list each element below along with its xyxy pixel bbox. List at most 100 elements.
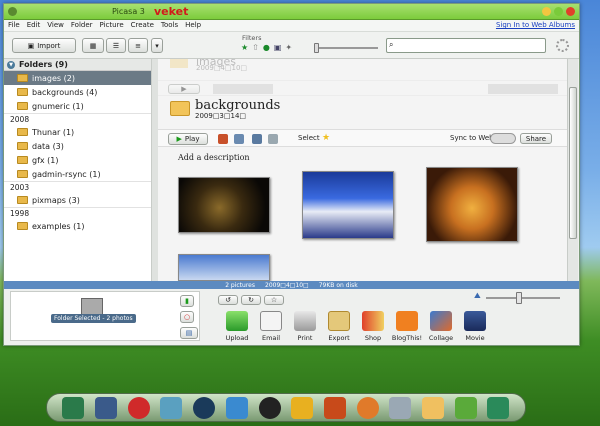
scrollbar-thumb[interactable] <box>569 87 577 239</box>
dock-game-icon[interactable] <box>127 396 150 419</box>
search-icon: ⌕ <box>389 40 394 49</box>
rotate-left-button[interactable]: ↺ <box>218 295 238 305</box>
dock-penguin-icon[interactable] <box>258 396 281 419</box>
clear-tray-button[interactable]: ○ <box>180 311 194 323</box>
photo-area: images 2009□4□10□ ▶ backgrounds 2009□3□1… <box>158 59 567 281</box>
export-button[interactable]: Export <box>322 311 356 342</box>
play-button[interactable]: ▶ Play <box>168 133 208 145</box>
folder-item-gfx[interactable]: gfx (1) <box>4 153 151 167</box>
folder-item-gadmin-rsync[interactable]: gadmin-rsync (1) <box>4 167 151 181</box>
ghost-play-button: ▶ <box>168 84 200 94</box>
photo-thumbnail-clouds[interactable] <box>178 254 270 281</box>
add-description-field[interactable]: Add a description <box>178 153 250 162</box>
movie-button[interactable]: Movie <box>458 311 492 342</box>
folder-title[interactable]: backgrounds <box>195 98 280 113</box>
folder-icon <box>17 222 28 230</box>
dock-folder-icon[interactable] <box>291 396 314 419</box>
dock-network-icon[interactable] <box>225 396 248 419</box>
dock-settings-icon[interactable] <box>487 396 510 419</box>
movie-filter-icon[interactable]: ▣ <box>274 43 282 52</box>
status-pictures: 2 pictures <box>225 281 255 289</box>
person-filter-icon[interactable]: ● <box>263 43 270 52</box>
folder-label: Thunar (1) <box>32 127 75 137</box>
email-label: Email <box>261 334 281 342</box>
menu-picture[interactable]: Picture <box>100 21 124 29</box>
dock-photos-icon[interactable] <box>323 396 346 419</box>
folder-item-pixmaps[interactable]: pixmaps (3) <box>4 193 151 207</box>
list-view-button[interactable]: ☰ <box>106 38 126 53</box>
folder-item-examples[interactable]: examples (1) <box>4 219 151 233</box>
menu-folder[interactable]: Folder <box>71 21 93 29</box>
folder-icon <box>170 59 188 68</box>
upload-button[interactable]: Upload <box>220 311 254 342</box>
select-star-icon[interactable]: ★ <box>322 133 330 143</box>
add-to-album-button[interactable]: ▤ <box>180 327 198 339</box>
thumbnail-size-slider[interactable] <box>486 297 560 299</box>
folder-item-backgrounds[interactable]: backgrounds (4) <box>4 85 151 99</box>
maximize-icon[interactable] <box>554 7 563 16</box>
shop-button[interactable]: Shop <box>356 311 390 342</box>
photo-thumbnail-cheetah[interactable] <box>426 167 518 242</box>
search-input[interactable]: ⌕ <box>386 38 546 53</box>
blogthis-button[interactable]: BlogThis! <box>390 311 424 342</box>
menu-view[interactable]: View <box>47 21 64 29</box>
menu-file[interactable]: File <box>8 21 20 29</box>
sync-toggle[interactable] <box>490 133 516 144</box>
photo-thumbnail-penguins[interactable] <box>302 171 394 239</box>
folder-item-images[interactable]: images (2) <box>4 71 151 85</box>
import-button[interactable]: ▣ Import <box>12 38 76 53</box>
ghost-folder-toolbar: ▶ <box>158 80 567 96</box>
collage-small-icon[interactable] <box>218 134 228 144</box>
share-button[interactable]: Share <box>520 133 552 144</box>
folder-item-thunar[interactable]: Thunar (1) <box>4 125 151 139</box>
filter-slider-handle[interactable] <box>314 43 319 53</box>
sort-view-button[interactable]: ≡ <box>128 38 148 53</box>
menu-create[interactable]: Create <box>131 21 154 29</box>
folder-icon <box>17 170 28 178</box>
photo-area-scrollbar[interactable] <box>567 59 578 281</box>
blog-small-icon[interactable] <box>234 134 244 144</box>
menu-edit[interactable]: Edit <box>27 21 41 29</box>
close-icon[interactable] <box>566 7 575 16</box>
hold-button[interactable]: ▮ <box>180 295 194 307</box>
print-button[interactable]: Print <box>288 311 322 342</box>
movie-small-icon[interactable] <box>252 134 262 144</box>
rotate-right-button[interactable]: ↻ <box>241 295 261 305</box>
menu-help[interactable]: Help <box>185 21 201 29</box>
dock-computer-icon[interactable] <box>95 396 118 419</box>
dock-viewer-icon[interactable] <box>422 396 445 419</box>
dock-calc-icon[interactable] <box>62 396 85 419</box>
geotag-small-icon[interactable] <box>268 134 278 144</box>
photo-thumbnail-gears[interactable] <box>178 177 270 233</box>
collage-button[interactable]: Collage <box>424 311 458 342</box>
dock-help-icon[interactable] <box>454 396 477 419</box>
collapse-icon[interactable]: ▼ <box>7 60 15 69</box>
dock-notes-icon[interactable] <box>160 396 183 419</box>
window-menu-icon[interactable] <box>8 7 17 16</box>
folder-label: images (2) <box>32 73 75 83</box>
folder-label: gfx (1) <box>32 155 59 165</box>
dock-media-icon[interactable] <box>193 396 216 419</box>
filter-slider-track[interactable] <box>316 47 378 49</box>
folder-icon <box>17 156 28 164</box>
dock-paint-icon[interactable] <box>356 396 379 419</box>
view-dropdown-button[interactable]: ▾ <box>151 38 163 53</box>
library-view-button[interactable]: ▦ <box>82 38 104 53</box>
star-filter-icon[interactable]: ★ <box>241 43 248 52</box>
sign-in-link[interactable]: Sign In to Web Albums <box>496 21 575 29</box>
dock-tools-icon[interactable] <box>389 396 412 419</box>
thumbnail-size-handle[interactable] <box>516 292 522 304</box>
folders-header-label: Folders (9) <box>19 60 68 69</box>
star-button[interactable]: ☆ <box>264 295 284 305</box>
upload-filter-icon[interactable]: ⇧ <box>252 43 259 52</box>
photo-tray[interactable]: Folder Selected - 2 photos <box>10 291 200 341</box>
title-bar[interactable]: Picasa 3 veket <box>4 4 579 20</box>
folder-item-gnumeric[interactable]: gnumeric (1) <box>4 99 151 113</box>
folders-header[interactable]: ▼ Folders (9) <box>4 59 151 71</box>
minimize-icon[interactable] <box>542 7 551 16</box>
email-button[interactable]: Email <box>254 311 288 342</box>
print-label: Print <box>297 334 313 342</box>
folder-item-data[interactable]: data (3) <box>4 139 151 153</box>
menu-tools[interactable]: Tools <box>161 21 178 29</box>
geotag-filter-icon[interactable]: ✦ <box>285 43 292 52</box>
